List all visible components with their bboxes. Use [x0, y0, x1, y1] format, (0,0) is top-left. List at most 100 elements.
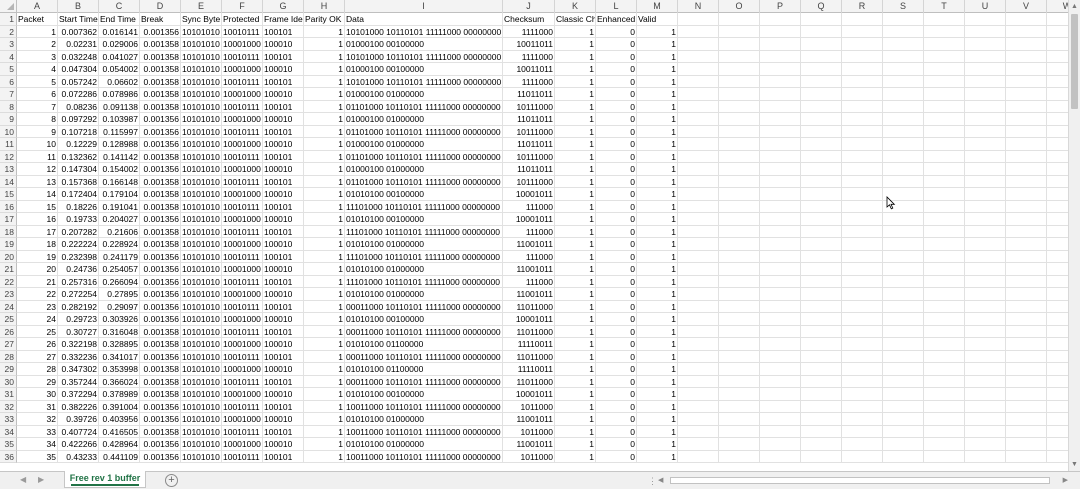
table-cell[interactable] — [842, 275, 883, 288]
table-cell[interactable] — [1006, 300, 1047, 313]
table-cell[interactable]: 0.107218 — [58, 125, 99, 138]
row-header-11[interactable]: 11 — [0, 138, 17, 151]
table-cell[interactable] — [760, 438, 801, 451]
column-header-k[interactable]: K — [555, 0, 596, 13]
table-cell[interactable]: 1 — [637, 138, 678, 151]
table-cell[interactable]: 100010 — [263, 288, 304, 301]
table-cell[interactable] — [965, 338, 1006, 351]
table-cell[interactable] — [842, 263, 883, 276]
table-cell[interactable]: 0.357244 — [58, 375, 99, 388]
table-cell[interactable]: 1 — [304, 250, 345, 263]
table-cell[interactable]: 10001000 — [222, 313, 263, 326]
table-cell[interactable]: 10111000 — [503, 150, 555, 163]
table-cell[interactable]: 1 — [637, 238, 678, 251]
table-cell[interactable] — [678, 163, 719, 176]
table-cell[interactable] — [1006, 100, 1047, 113]
table-cell[interactable] — [1006, 75, 1047, 88]
table-cell[interactable]: 0.29097 — [99, 300, 140, 313]
header-cell[interactable]: Valid — [637, 13, 678, 26]
table-cell[interactable]: 1 — [637, 38, 678, 51]
scroll-left-icon[interactable]: ◀ — [658, 475, 663, 486]
table-cell[interactable] — [1047, 163, 1068, 176]
table-cell[interactable] — [719, 138, 760, 151]
table-cell[interactable] — [1006, 263, 1047, 276]
header-cell[interactable]: Sync Byte — [181, 13, 222, 26]
column-header-l[interactable]: L — [596, 0, 637, 13]
table-cell[interactable] — [678, 450, 719, 463]
table-cell[interactable]: 0 — [596, 150, 637, 163]
table-cell[interactable]: 0.001356 — [140, 350, 181, 363]
table-cell[interactable]: 0 — [596, 113, 637, 126]
table-cell[interactable] — [678, 150, 719, 163]
table-cell[interactable] — [965, 388, 1006, 401]
table-cell[interactable]: 1 — [304, 175, 345, 188]
table-cell[interactable]: 21 — [17, 275, 58, 288]
table-cell[interactable]: 0.179104 — [99, 188, 140, 201]
table-cell[interactable]: 0 — [596, 288, 637, 301]
table-cell[interactable] — [678, 263, 719, 276]
table-cell[interactable]: 1 — [304, 100, 345, 113]
table-cell[interactable]: 0 — [596, 438, 637, 451]
table-cell[interactable]: 1 — [304, 425, 345, 438]
row-header-3[interactable]: 3 — [0, 38, 17, 51]
table-cell[interactable]: 6 — [17, 88, 58, 101]
table-cell[interactable]: 10111000 — [503, 100, 555, 113]
table-cell[interactable]: 100101 — [263, 75, 304, 88]
column-header-h[interactable]: H — [304, 0, 345, 13]
table-cell[interactable] — [719, 238, 760, 251]
spreadsheet-grid[interactable]: ABCDEFGHIJKLMNOPQRSTUVW 1 Packet Start Tim… — [0, 0, 1068, 471]
table-cell[interactable]: 19 — [17, 250, 58, 263]
table-cell[interactable]: 0.228924 — [99, 238, 140, 251]
header-cell[interactable]: Frame Ide — [263, 13, 304, 26]
table-cell[interactable]: 11011011 — [503, 163, 555, 176]
table-cell[interactable] — [1006, 88, 1047, 101]
table-cell[interactable] — [801, 113, 842, 126]
row-header-19[interactable]: 19 — [0, 238, 17, 251]
table-cell[interactable]: 0.372294 — [58, 388, 99, 401]
table-cell[interactable]: 11101000 10110101 11111000 00000000 — [345, 275, 503, 288]
table-cell[interactable] — [801, 263, 842, 276]
table-cell[interactable]: 1 — [637, 325, 678, 338]
table-cell[interactable] — [965, 88, 1006, 101]
table-cell[interactable]: 111000 — [503, 250, 555, 263]
table-cell[interactable]: 10010111 — [222, 125, 263, 138]
table-cell[interactable] — [924, 100, 965, 113]
row-header-2[interactable]: 2 — [0, 25, 17, 38]
table-cell[interactable]: 100010 — [263, 188, 304, 201]
table-cell[interactable]: 1 — [555, 88, 596, 101]
table-cell[interactable]: 0.001356 — [140, 263, 181, 276]
row-header-21[interactable]: 21 — [0, 263, 17, 276]
table-cell[interactable] — [801, 88, 842, 101]
column-header-b[interactable]: B — [58, 0, 99, 13]
table-cell[interactable]: 10001000 — [222, 188, 263, 201]
table-cell[interactable] — [760, 325, 801, 338]
table-cell[interactable]: 01000100 01000000 — [345, 138, 503, 151]
table-cell[interactable]: 111000 — [503, 275, 555, 288]
table-cell[interactable] — [801, 275, 842, 288]
table-cell[interactable] — [678, 50, 719, 63]
header-cell[interactable] — [842, 13, 883, 26]
row-header-30[interactable]: 30 — [0, 375, 17, 388]
table-cell[interactable]: 100010 — [263, 313, 304, 326]
table-cell[interactable]: 0.266094 — [99, 275, 140, 288]
table-cell[interactable]: 1 — [304, 238, 345, 251]
table-cell[interactable]: 2 — [17, 38, 58, 51]
table-cell[interactable] — [965, 113, 1006, 126]
table-cell[interactable]: 10001000 — [222, 413, 263, 426]
table-cell[interactable] — [719, 225, 760, 238]
table-cell[interactable] — [842, 138, 883, 151]
table-cell[interactable]: 11110011 — [503, 338, 555, 351]
table-cell[interactable] — [678, 75, 719, 88]
column-header-t[interactable]: T — [924, 0, 965, 13]
table-cell[interactable]: 1 — [304, 413, 345, 426]
row-header-32[interactable]: 32 — [0, 400, 17, 413]
table-cell[interactable]: 0.097292 — [58, 113, 99, 126]
table-cell[interactable] — [842, 413, 883, 426]
table-cell[interactable] — [1047, 213, 1068, 226]
table-cell[interactable]: 0.001358 — [140, 225, 181, 238]
table-cell[interactable] — [678, 438, 719, 451]
table-cell[interactable] — [760, 250, 801, 263]
table-cell[interactable]: 1 — [637, 338, 678, 351]
table-cell[interactable] — [1047, 101, 1068, 113]
table-cell[interactable]: 100010 — [263, 38, 304, 51]
